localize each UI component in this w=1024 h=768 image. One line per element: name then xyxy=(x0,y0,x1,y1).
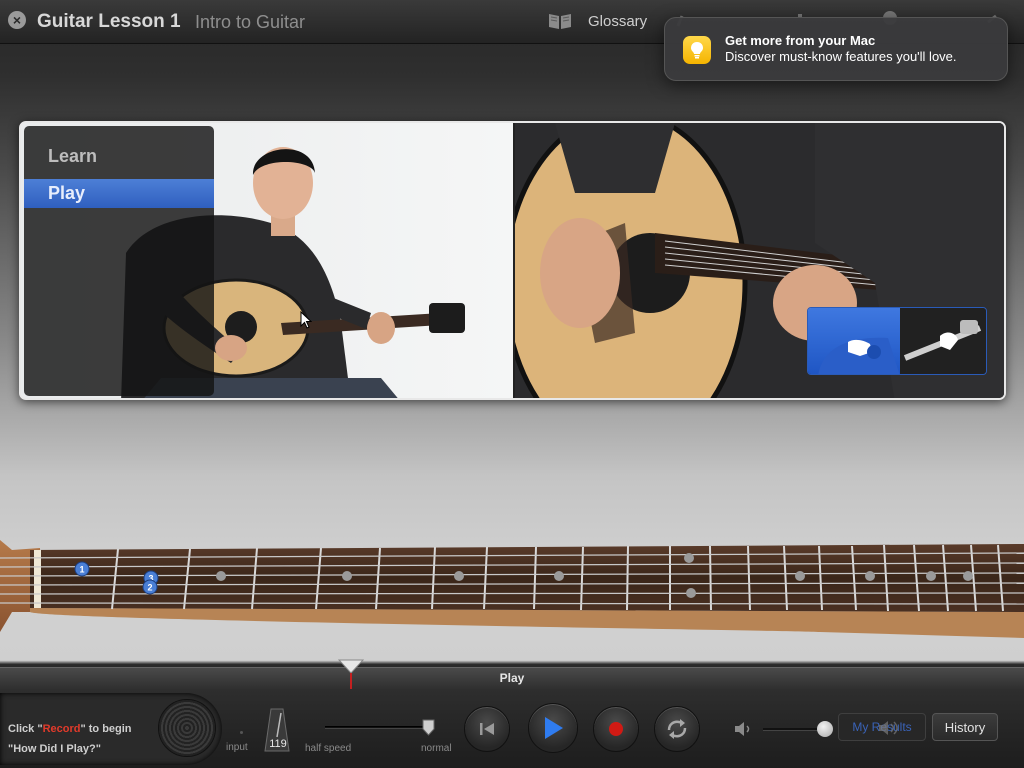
tempo-value: 119 xyxy=(269,738,287,750)
normal-speed-label: normal xyxy=(421,743,452,754)
lesson-title: Guitar Lesson 1 xyxy=(37,11,181,32)
lesson-video[interactable]: Learn Play xyxy=(19,121,1006,400)
book-icon xyxy=(548,12,572,30)
timeline-mode-label: Play xyxy=(499,671,525,685)
volume-slider-knob[interactable] xyxy=(817,721,833,737)
notification-body: Discover must-know features you'll love. xyxy=(725,49,957,64)
volume-high-icon xyxy=(879,721,898,735)
mode-menu: Learn Play xyxy=(24,126,214,396)
finger-marker: 2 xyxy=(142,579,158,595)
play-icon xyxy=(545,717,563,739)
notification-title: Get more from your Mac xyxy=(725,33,876,48)
volume-low-icon xyxy=(735,722,750,736)
hint-suffix: " to begin xyxy=(80,723,132,735)
level-meter-disc xyxy=(158,699,216,757)
finger-marker-label: 2 xyxy=(147,583,152,593)
strumming-hand-view-icon[interactable] xyxy=(808,308,900,374)
half-speed-label: half speed xyxy=(305,743,352,754)
input-level-indicator xyxy=(240,731,243,734)
lightbulb-icon xyxy=(683,36,711,64)
record-hint-text: Click "Record" to begin "How Did I Play?… xyxy=(8,719,132,759)
fretboard[interactable]: 1 3 2 xyxy=(0,520,1024,645)
hint-record-word: Record xyxy=(42,723,81,735)
speed-slider-track[interactable] xyxy=(325,726,430,729)
finger-marker-label: 1 xyxy=(79,565,84,575)
record-icon xyxy=(609,722,623,736)
play-button[interactable] xyxy=(528,703,578,753)
hint-line-2: "How Did I Play?" xyxy=(8,743,101,755)
hint-prefix: Click " xyxy=(8,723,43,735)
history-button[interactable]: History xyxy=(932,713,998,741)
loop-icon xyxy=(667,719,687,739)
lesson-subtitle: Intro to Guitar xyxy=(195,12,306,32)
menu-item-play[interactable]: Play xyxy=(24,179,214,208)
playhead-handle[interactable] xyxy=(337,659,365,689)
mouse-cursor xyxy=(300,311,312,329)
record-button[interactable] xyxy=(593,706,639,752)
camera-view-toggle[interactable] xyxy=(807,307,987,375)
menu-item-learn[interactable]: Learn xyxy=(48,146,97,167)
notification-banner[interactable]: Get more from your Mac Discover must-kno… xyxy=(664,17,1008,81)
rewind-button[interactable] xyxy=(464,706,510,752)
loop-button[interactable] xyxy=(654,706,700,752)
input-label: input xyxy=(226,742,248,753)
timeline-strip[interactable]: Play xyxy=(0,667,1024,689)
speed-slider-knob[interactable] xyxy=(422,719,435,736)
finger-marker: 1 xyxy=(74,561,90,577)
glossary-label: Glossary xyxy=(588,12,648,30)
fretting-hand-view-icon[interactable] xyxy=(900,308,986,374)
close-icon[interactable]: × xyxy=(8,11,26,29)
glossary-button[interactable]: Glossary xyxy=(548,12,647,30)
skip-back-icon xyxy=(480,723,494,735)
